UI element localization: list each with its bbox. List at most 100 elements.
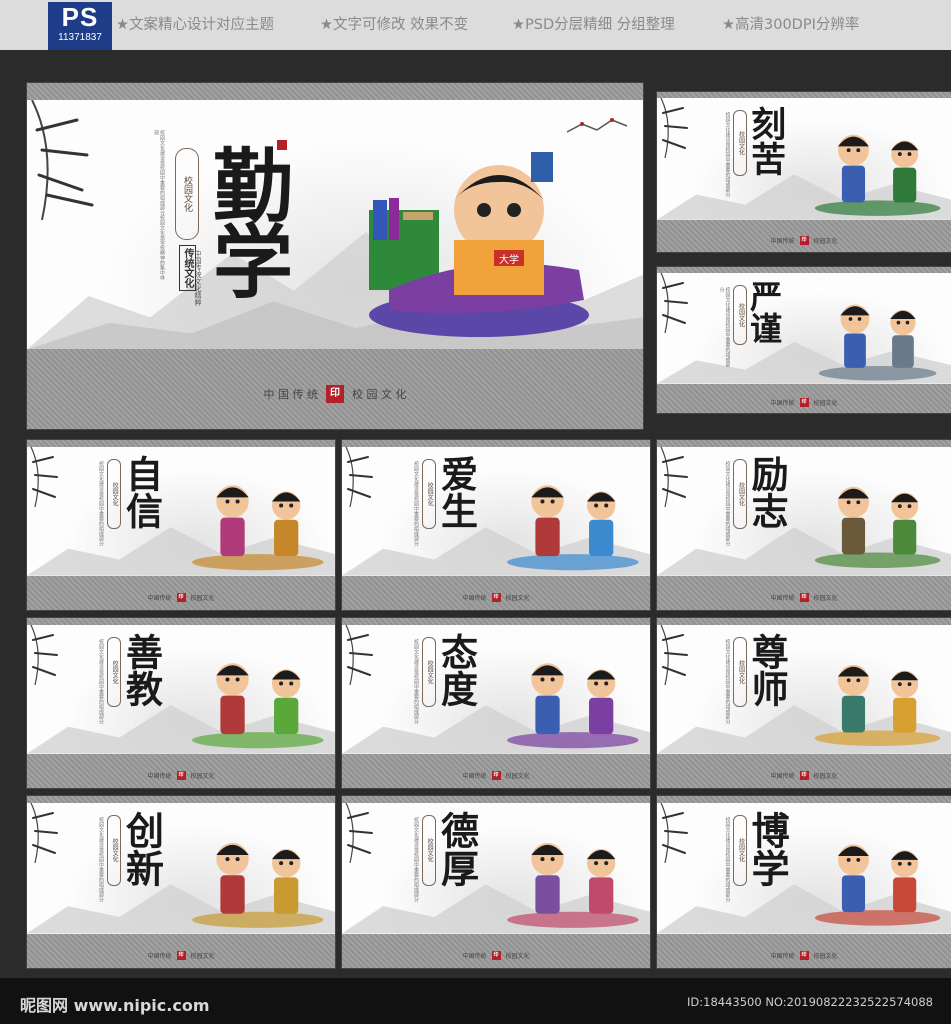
strip-text-left: 中国传统 [770, 772, 795, 780]
cartoon-children-illustration [814, 843, 941, 926]
body-text-block: 校园文化建设是校园中重要的组成部分 [412, 460, 419, 546]
strip-text-left: 中国传统 [770, 399, 795, 407]
strip-text-right: 校园文化 [505, 952, 530, 960]
bamboo-illustration [345, 624, 373, 685]
red-seal-icon: 印 [799, 950, 809, 960]
strip-text-left: 中国传统 [770, 952, 795, 960]
culture-panel: 校园文化建设是校园中重要的组成部分 校园文化 刻苦 中国传统 印 校园文化 [656, 91, 951, 253]
strip-text-left: 中国传统 [770, 237, 795, 245]
red-seal-icon [277, 140, 287, 151]
bottom-strip: 中国传统 印 校园文化 [27, 942, 335, 968]
cartoon-children-illustration [507, 663, 639, 749]
bottom-strip: 中国传统 印 校园文化 [657, 228, 951, 252]
strip-text-left: 中国传统 [462, 952, 487, 960]
body-text-block: 校园文化建设是校园中重要的组成部分 [724, 816, 731, 902]
panel-title: 善教 [119, 633, 164, 708]
crane-illustration [566, 118, 628, 133]
bottom-strip: 中国传统 印 校园文化 [342, 942, 650, 968]
culture-panel: 校园文化建设是校园中重要的组成部分 校园文化 爱生 中国传统 印 校园文化 [341, 439, 651, 611]
red-seal-icon: 印 [799, 397, 809, 407]
top-banner: PS 11371837 ★文案精心设计对应主题 ★文字可修改 效果不变 ★PSD… [0, 0, 951, 50]
bottom-strip: 中国传统 印 校园文化 [342, 763, 650, 789]
id-number: 11371837 [58, 32, 102, 43]
book-label: 大学 [499, 253, 519, 266]
ps-logo: PS 11371837 [48, 2, 112, 50]
body-text-block: 校园文化建设是校园中重要的组成部分 [412, 638, 419, 724]
cartoon-children-illustration [814, 134, 941, 216]
bamboo-illustration [31, 100, 94, 221]
culture-panel: 校园文化建设是校园中重要的组成部分 校园文化 创新 中国传统 印 校园文化 [26, 795, 336, 969]
panel-title: 爱生 [434, 455, 479, 530]
culture-panel: 校园文化建设是校园中重要的组成部分 校园文化 德厚 中国传统 印 校园文化 [341, 795, 651, 969]
bottom-strip: 中国传统 印 校园文化 [27, 585, 335, 611]
red-seal-icon: 印 [491, 592, 501, 602]
body-text-block: 校园文化建设是校园中重要的组成部分 [724, 112, 731, 198]
bamboo-illustration [30, 624, 58, 685]
bamboo-illustration [660, 98, 688, 159]
red-seal-icon: 印 [176, 770, 186, 780]
bottom-strip: 中 国 传 统 印 校 园 文 化 [27, 360, 643, 429]
cartoon-children-illustration [192, 663, 324, 749]
bamboo-illustration [345, 802, 373, 863]
panel-title: 勤学 [200, 144, 294, 297]
body-text-block: 校园文化建设是校园中重要的组成部分 [97, 816, 104, 902]
footer-bar: 昵图网 www.nipic.com ID:18443500 NO:2019082… [0, 978, 951, 1024]
bamboo-illustration [660, 624, 688, 685]
strip-text-right: 校园文化 [813, 952, 838, 960]
feature-text: ★文案精心设计对应主题 [116, 17, 274, 33]
body-text-block: 校园文化建设是校园中重要的组成部分 [724, 638, 731, 724]
body-text-block: 校园文化建设是校园中重要的组成部分 [97, 638, 104, 724]
bamboo-illustration [660, 802, 688, 863]
ps-label: PS [61, 2, 99, 32]
panel-title: 态度 [434, 633, 479, 708]
culture-panel: 校园文化建设是校园中重要的组成部分 校园文化 尊师 中国传统 印 校园文化 [656, 617, 951, 789]
culture-panel: 校园文化建设是校园中重要的组成部分 校园文化 善教 中国传统 印 校园文化 [26, 617, 336, 789]
main-panel: 校园文化建设是校园中重要的组成部分校园文化是学校精神的集中体现 校园文化 传统文… [26, 82, 644, 430]
strip-text-right: 校园文化 [190, 952, 215, 960]
culture-panel: 校园文化建设是校园中重要的组成部分 校园文化 博学 中国传统 印 校园文化 [656, 795, 951, 969]
bamboo-illustration [660, 272, 688, 333]
strip-text-right: 校园文化 [813, 772, 838, 780]
strip-text-left: 中 国 传 统 [263, 388, 319, 402]
body-text-block: 校园文化建设是校园中重要的组成部分 [718, 286, 731, 367]
culture-panel: 校园文化建设是校园中重要的组成部分 校园文化 励志 中国传统 印 校园文化 [656, 439, 951, 611]
bamboo-illustration [30, 802, 58, 863]
strip-text-left: 中国传统 [770, 594, 795, 602]
red-seal-icon: 印 [176, 592, 186, 602]
body-text-block: 校园文化建设是校园中重要的组成部分校园文化是学校精神的集中体现 [153, 130, 165, 281]
body-text-block: 校园文化建设是校园中重要的组成部分 [412, 816, 419, 902]
bottom-strip: 中国传统 印 校园文化 [342, 585, 650, 611]
boy-reading-illustration: 大学 [369, 152, 589, 338]
panel-title: 励志 [745, 455, 790, 530]
panel-title: 尊师 [745, 633, 790, 708]
feature-text: ★PSD分层精细 分组整理 [512, 17, 675, 33]
feature-text: ★高清300DPI分辨率 [722, 17, 860, 33]
cartoon-children-illustration [192, 842, 324, 928]
school-culture-badge: 校园文化 [175, 148, 199, 241]
panel-title: 博学 [745, 811, 791, 888]
panel-title: 自信 [119, 455, 164, 530]
strip-text-right: 校园文化 [190, 772, 215, 780]
panel-title: 德厚 [434, 811, 480, 888]
strip-text-left: 中国传统 [147, 952, 172, 960]
bottom-strip: 中国传统 印 校园文化 [657, 763, 951, 789]
strip-text-right: 校园文化 [505, 772, 530, 780]
strip-text-right: 校园文化 [505, 594, 530, 602]
red-seal-icon: 印 [326, 385, 344, 404]
red-seal-icon: 印 [176, 950, 186, 960]
red-seal-icon: 印 [491, 770, 501, 780]
cartoon-children-illustration [507, 842, 639, 928]
strip-text-left: 中国传统 [462, 772, 487, 780]
strip-text-left: 中国传统 [147, 594, 172, 602]
body-text-block: 校园文化建设是校园中重要的组成部分 [724, 460, 731, 546]
bamboo-illustration [30, 446, 58, 507]
strip-text-left: 中国传统 [462, 594, 487, 602]
culture-panel: 校园文化建设是校园中重要的组成部分 校园文化 自信 中国传统 印 校园文化 [26, 439, 336, 611]
bottom-strip: 中国传统 印 校园文化 [657, 391, 951, 413]
cartoon-children-illustration [192, 485, 324, 571]
strip-text-left: 中国传统 [147, 772, 172, 780]
panel-title: 创新 [119, 811, 165, 888]
red-seal-icon: 印 [799, 235, 809, 245]
cartoon-children-illustration [818, 304, 937, 381]
culture-panel: 校园文化建设是校园中重要的组成部分 校园文化 严谨 中国传统 印 校园文化 [656, 266, 951, 414]
